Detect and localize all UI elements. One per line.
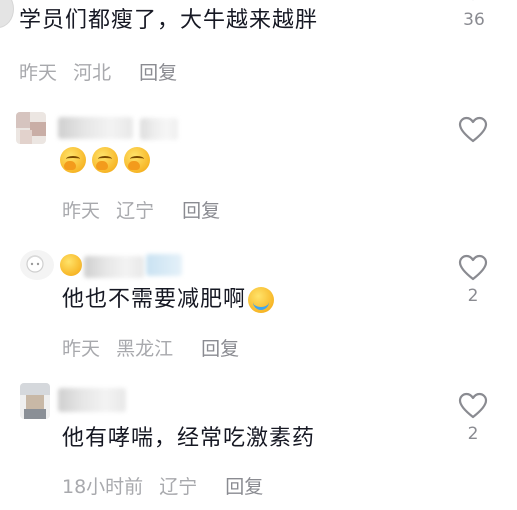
heart-icon[interactable] <box>463 0 483 4</box>
comment-time: 昨天 <box>19 62 58 84</box>
cover-mouth-emoji <box>92 147 118 173</box>
comment-meta: 昨天 河北 回复 <box>19 58 177 85</box>
avatar[interactable] <box>20 383 50 419</box>
comment-location: 黑龙江 <box>116 338 174 360</box>
like-count: 36 <box>463 10 485 30</box>
reply-button[interactable]: 回复 <box>201 338 239 360</box>
comment-location: 河北 <box>73 62 112 84</box>
reply-button[interactable]: 回复 <box>139 62 177 84</box>
like-count: 2 <box>467 424 479 444</box>
avatar[interactable] <box>20 250 54 280</box>
comment-meta: 昨天 辽宁 回复 <box>62 196 220 223</box>
comment-time: 昨天 <box>62 338 101 360</box>
comment-list: 学员们都瘦了，大牛越来越胖 36 昨天 河北 回复 昨天 辽宁 回复 他也不需要… <box>0 0 517 510</box>
comment-time: 昨天 <box>62 200 101 222</box>
comment-location: 辽宁 <box>159 476 198 498</box>
cover-mouth-emoji <box>60 147 86 173</box>
reply-button[interactable]: 回复 <box>225 476 263 498</box>
avatar[interactable] <box>0 0 14 28</box>
comment-text: 他有哮喘，经常吃激素药 <box>62 426 316 451</box>
username-blurred[interactable] <box>84 256 144 278</box>
username-blurred <box>146 254 182 276</box>
heart-icon[interactable] <box>458 254 488 282</box>
heart-icon[interactable] <box>458 116 488 144</box>
crying-emoji <box>248 287 275 313</box>
comment-text-content: 他也不需要减肥啊 <box>62 287 247 312</box>
comment-text: 他也不需要减肥啊 <box>62 285 275 315</box>
username-blurred[interactable] <box>58 388 126 412</box>
comment-meta: 昨天 黑龙江 回复 <box>62 334 239 361</box>
sunglasses-emoji <box>60 254 82 276</box>
username-blurred[interactable] <box>58 117 133 139</box>
comment-location: 辽宁 <box>116 200 155 222</box>
username-blurred <box>140 118 178 140</box>
reply-button[interactable]: 回复 <box>182 200 220 222</box>
cover-mouth-emoji <box>124 147 150 173</box>
comment-time: 18小时前 <box>62 476 144 498</box>
emoji-row <box>60 147 150 173</box>
avatar[interactable] <box>16 112 46 144</box>
comment-meta: 18小时前 辽宁 回复 <box>62 472 263 499</box>
like-count: 2 <box>467 286 479 306</box>
heart-icon[interactable] <box>458 392 488 420</box>
comment-text: 学员们都瘦了，大牛越来越胖 <box>19 8 319 33</box>
